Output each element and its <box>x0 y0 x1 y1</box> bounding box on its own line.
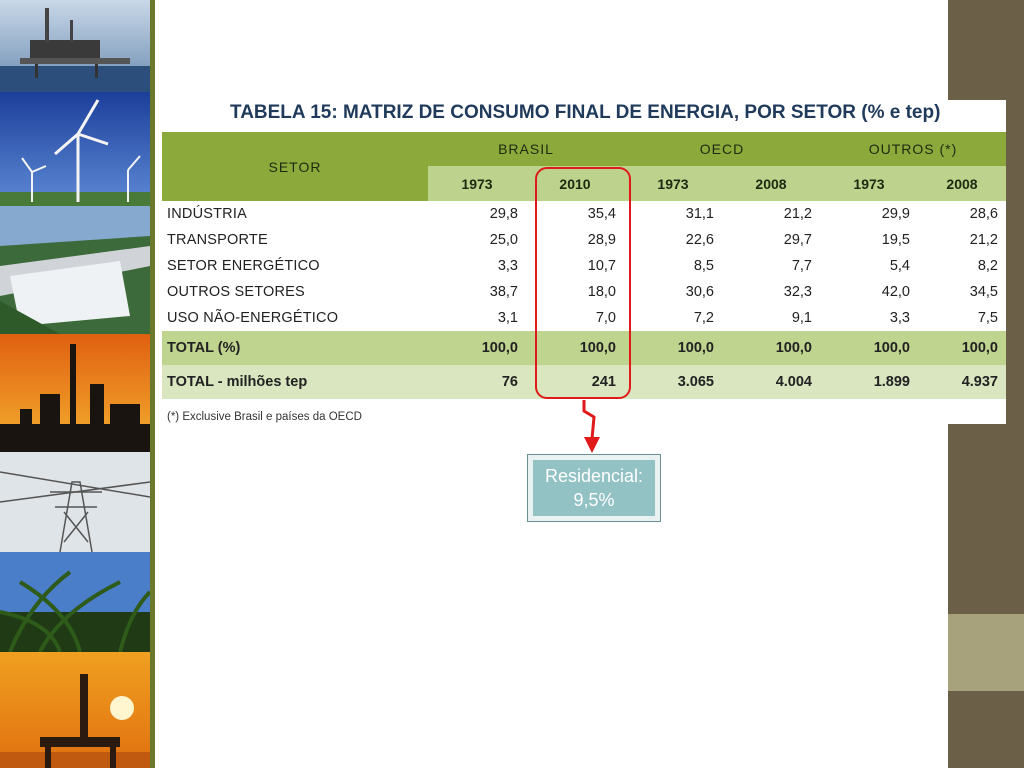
right-side-bar-accent <box>948 614 1024 691</box>
table-cell: 3.065 <box>624 365 722 399</box>
table-title: TABELA 15: MATRIZ DE CONSUMO FINAL DE EN… <box>230 102 941 123</box>
table-cell: 9,1 <box>791 310 812 326</box>
year-header: 2008 <box>722 166 820 201</box>
table-cell: 3,3 <box>889 310 910 326</box>
table-cell: 21,2 <box>969 232 998 248</box>
table-cell: 7,2 <box>693 310 714 326</box>
table-cell: 7,7 <box>791 258 812 274</box>
year-header: 1973 <box>820 166 918 201</box>
group-header-oecd: OECD <box>624 132 820 166</box>
refinery-sunset-image <box>0 334 150 452</box>
arrow-icon <box>572 399 612 462</box>
oil-rig-sunset-image <box>0 652 150 768</box>
table-cell: 28,6 <box>969 206 998 222</box>
table-footnote: (*) Exclusive Brasil e países da OECD <box>167 411 362 423</box>
table-cell: 100,0 <box>820 331 918 365</box>
callout-text: Residencial: 9,5% <box>533 460 655 516</box>
table-cell: 1.899 <box>820 365 918 399</box>
callout-line2: 9,5% <box>573 490 615 510</box>
row-label: INDÚSTRIA <box>167 206 247 222</box>
table-cell: 7,5 <box>977 310 998 326</box>
year-header: 1973 <box>428 166 526 201</box>
group-header-brasil: BRASIL <box>428 132 624 166</box>
table-cell: 29,8 <box>489 206 518 222</box>
table-cell: 100,0 <box>428 331 526 365</box>
row-label: SETOR ENERGÉTICO <box>167 258 320 274</box>
table-cell: 100,0 <box>918 331 1006 365</box>
year-header: 1973 <box>624 166 722 201</box>
row-label: TRANSPORTE <box>167 232 268 248</box>
table-cell: 8,2 <box>977 258 998 274</box>
table-cell: 100,0 <box>624 331 722 365</box>
group-header-outros: OUTROS (*) <box>820 132 1006 166</box>
table-cell: 5,4 <box>889 258 910 274</box>
setor-header: SETOR <box>162 132 428 201</box>
strip-divider <box>150 0 155 768</box>
wind-turbines-image <box>0 92 150 206</box>
table-cell: 19,5 <box>881 232 910 248</box>
table-cell: 3,3 <box>497 258 518 274</box>
row-label: TOTAL (%) <box>162 331 428 365</box>
power-tower-image <box>0 452 150 552</box>
residential-callout: Residencial: 9,5% <box>527 454 661 522</box>
table-cell: 30,6 <box>685 284 714 300</box>
table-cell: 3,1 <box>497 310 518 326</box>
table-cell: 8,5 <box>693 258 714 274</box>
row-label: USO NÃO-ENERGÉTICO <box>167 310 339 326</box>
callout-line1: Residencial: <box>544 466 644 486</box>
left-photo-strip <box>0 0 150 768</box>
table-cell: 29,9 <box>881 206 910 222</box>
table-cell: 76 <box>428 365 526 399</box>
year-header: 2008 <box>918 166 1006 201</box>
table-cell: 34,5 <box>969 284 998 300</box>
highlight-brasil-2010 <box>535 167 631 399</box>
row-label: TOTAL - milhões tep <box>162 365 428 399</box>
table-header-groups: SETOR BRASIL OECD OUTROS (*) <box>162 132 1006 201</box>
table-cell: 100,0 <box>722 331 820 365</box>
table-cell: 38,7 <box>489 284 518 300</box>
row-label: OUTROS SETORES <box>167 284 305 300</box>
table-cell: 29,7 <box>783 232 812 248</box>
table-cell: 21,2 <box>783 206 812 222</box>
sugarcane-image <box>0 552 150 652</box>
table-cell: 42,0 <box>881 284 910 300</box>
oil-platform-image <box>0 0 150 92</box>
table-cell: 4.004 <box>722 365 820 399</box>
table-cell: 4.937 <box>918 365 1006 399</box>
table-cell: 32,3 <box>783 284 812 300</box>
table-cell: 22,6 <box>685 232 714 248</box>
table-cell: 25,0 <box>489 232 518 248</box>
table-cell: 31,1 <box>685 206 714 222</box>
hydro-dam-image <box>0 206 150 334</box>
